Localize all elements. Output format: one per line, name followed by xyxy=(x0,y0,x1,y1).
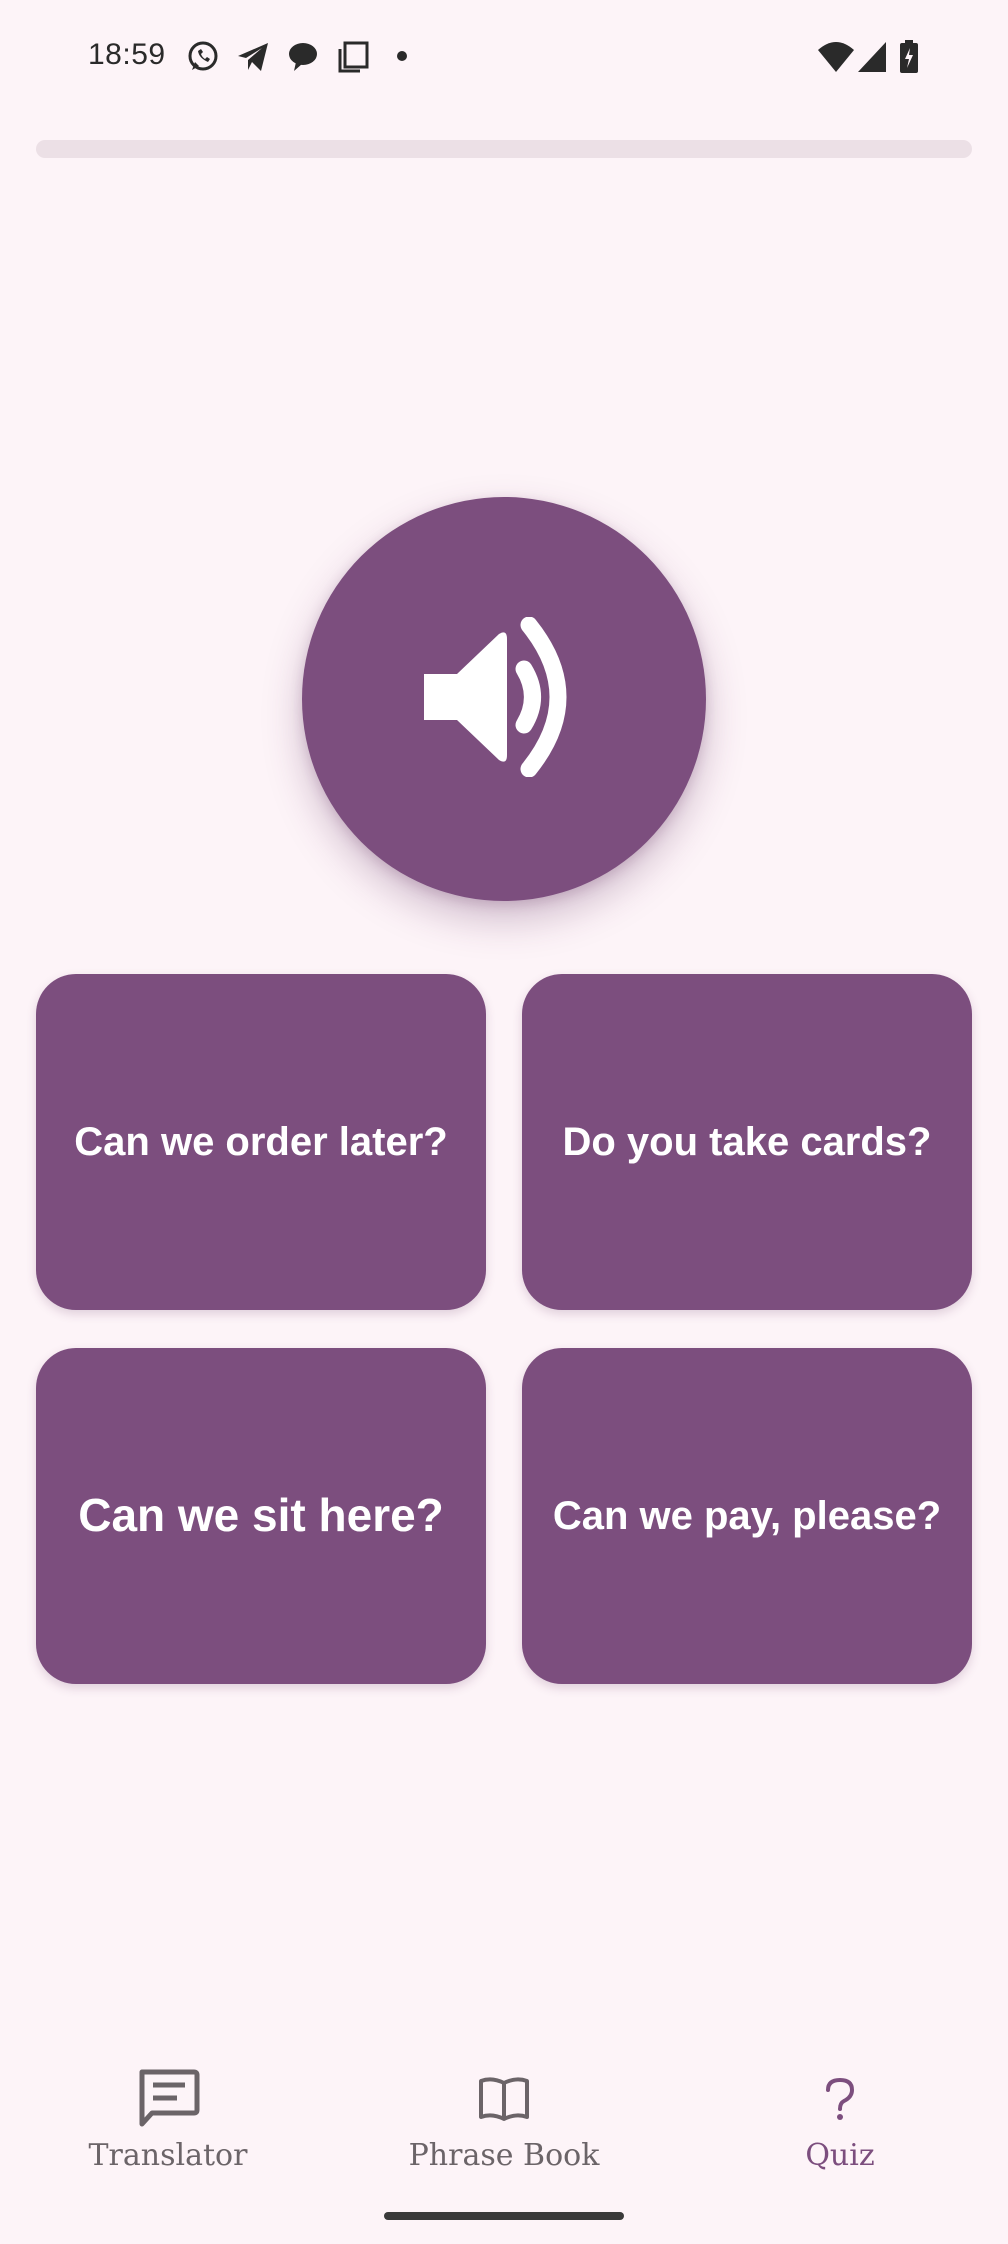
status-bar: 18:59 xyxy=(0,0,1008,110)
answer-option-1[interactable]: Can we order later? xyxy=(36,974,486,1310)
home-indicator[interactable] xyxy=(384,2212,624,2220)
answer-option-label: Do you take cards? xyxy=(562,1120,932,1164)
nav-label-quiz: Quiz xyxy=(805,2138,875,2173)
dot-icon xyxy=(396,50,408,62)
status-time: 18:59 xyxy=(88,38,166,71)
nav-item-translator[interactable]: Translator xyxy=(0,2040,336,2200)
answer-option-2[interactable]: Do you take cards? xyxy=(522,974,972,1310)
nav-label-translator: Translator xyxy=(88,2138,248,2173)
answer-option-label: Can we pay, please? xyxy=(552,1494,942,1538)
volume-up-icon xyxy=(419,616,589,782)
chat-bubble-icon xyxy=(286,40,320,74)
question-mark-icon xyxy=(822,2068,858,2130)
chat-message-icon xyxy=(136,2068,200,2130)
play-audio-button[interactable] xyxy=(302,497,706,901)
nav-label-phrase-book: Phrase Book xyxy=(408,2138,600,2173)
wifi-icon xyxy=(816,40,856,74)
quiz-progress-bar xyxy=(36,140,972,158)
quiz-screen: 18:59 Can we order later? Do you take ca… xyxy=(0,0,1008,2244)
telegram-icon xyxy=(236,40,270,74)
open-book-icon xyxy=(478,2068,530,2130)
answer-option-3[interactable]: Can we sit here? xyxy=(36,1348,486,1684)
whatsapp-icon xyxy=(186,40,220,74)
cell-signal-icon xyxy=(856,40,890,74)
nav-item-quiz[interactable]: Quiz xyxy=(672,2040,1008,2200)
answer-option-4[interactable]: Can we pay, please? xyxy=(522,1348,972,1684)
copy-icon xyxy=(336,40,370,74)
answer-option-label: Can we order later? xyxy=(74,1120,448,1164)
nav-item-phrase-book[interactable]: Phrase Book xyxy=(336,2040,672,2200)
answer-option-label: Can we sit here? xyxy=(78,1489,444,1542)
battery-charging-icon xyxy=(898,40,920,74)
